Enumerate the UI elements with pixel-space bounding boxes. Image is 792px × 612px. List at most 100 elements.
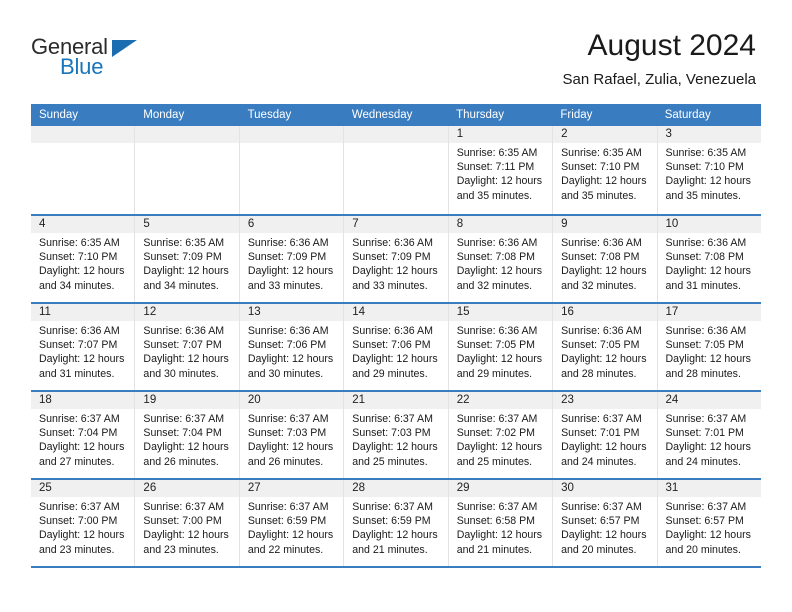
day-details: Sunrise: 6:37 AM Sunset: 7:03 PM Daylight:…	[240, 409, 343, 469]
sunrise-text: Sunrise: 6:35 AM	[39, 237, 120, 249]
daylight-text-line1: Daylight: 12 hours	[665, 441, 751, 454]
day-number: 31	[657, 480, 761, 497]
sunset-text: Sunset: 7:09 PM	[352, 251, 431, 264]
calendar-day-cell[interactable]: 6 Sunrise: 6:36 AM Sunset: 7:09 PM Daylight…	[238, 216, 344, 302]
daylight-text-line2: and 32 minutes.	[456, 279, 533, 292]
calendar-day-cell[interactable]: 29 Sunrise: 6:37 AM Sunset: 6:58 PM Dayligh…	[447, 480, 553, 566]
day-details: Sunrise: 6:36 AM Sunset: 7:09 PM Daylight:…	[344, 233, 447, 293]
day-details: Sunrise: 6:37 AM Sunset: 6:58 PM Daylight:…	[449, 497, 552, 557]
calendar-day-cell-empty	[134, 126, 239, 214]
calendar-day-cell-empty	[238, 126, 344, 214]
daylight-text-line2: and 20 minutes.	[665, 543, 741, 556]
daylight-text-line2: and 23 minutes.	[143, 543, 219, 556]
daylight-text-line2: and 30 minutes.	[143, 367, 219, 380]
sunset-text: Sunset: 7:07 PM	[143, 339, 222, 352]
sunrise-text: Sunrise: 6:35 AM	[561, 147, 642, 159]
calendar-day-cell[interactable]: 9 Sunrise: 6:36 AM Sunset: 7:08 PM Daylight…	[552, 216, 657, 302]
day-details: Sunrise: 6:37 AM Sunset: 7:04 PM Daylight:…	[135, 409, 238, 469]
weekday-header-tuesday: Tuesday	[247, 109, 292, 121]
calendar-day-cell[interactable]: 21 Sunrise: 6:37 AM Sunset: 7:03 PM Dayligh…	[343, 392, 448, 478]
day-details: Sunrise: 6:35 AM Sunset: 7:09 PM Daylight:…	[135, 233, 238, 293]
day-details: Sunrise: 6:36 AM Sunset: 7:06 PM Daylight:…	[240, 321, 343, 381]
daylight-text-line2: and 26 minutes.	[247, 455, 324, 468]
calendar-week-row: 4 Sunrise: 6:35 AM Sunset: 7:10 PM Daylight…	[31, 214, 761, 302]
calendar-day-cell[interactable]: 20 Sunrise: 6:37 AM Sunset: 7:03 PM Dayligh…	[238, 392, 344, 478]
day-details: Sunrise: 6:36 AM Sunset: 7:07 PM Daylight:…	[31, 321, 134, 381]
day-details: Sunrise: 6:36 AM Sunset: 7:07 PM Daylight:…	[135, 321, 238, 381]
calendar-day-cell[interactable]: 2 Sunrise: 6:35 AM Sunset: 7:10 PM Daylight…	[552, 126, 657, 214]
general-blue-logo[interactable]: General Blue	[31, 34, 231, 82]
calendar-day-cell[interactable]: 23 Sunrise: 6:37 AM Sunset: 7:01 PM Dayligh…	[552, 392, 657, 478]
weekday-header-friday: Friday	[560, 109, 593, 121]
sunset-text: Sunset: 6:59 PM	[247, 515, 327, 528]
calendar-day-cell[interactable]: 11 Sunrise: 6:36 AM Sunset: 7:07 PM Dayligh…	[31, 304, 135, 390]
daylight-text-line1: Daylight: 12 hours	[39, 353, 125, 366]
calendar-day-cell[interactable]: 7 Sunrise: 6:36 AM Sunset: 7:09 PM Daylight…	[343, 216, 448, 302]
daylight-text-line1: Daylight: 12 hours	[561, 175, 647, 188]
calendar-day-cell[interactable]: 19 Sunrise: 6:37 AM Sunset: 7:04 PM Dayligh…	[134, 392, 239, 478]
day-number: 22	[448, 392, 553, 409]
calendar-day-cell[interactable]: 16 Sunrise: 6:36 AM Sunset: 7:05 PM Dayligh…	[552, 304, 657, 390]
day-details: Sunrise: 6:37 AM Sunset: 7:03 PM Daylight:…	[344, 409, 447, 469]
sunset-text: Sunset: 7:09 PM	[143, 251, 222, 264]
day-number: 11	[31, 304, 135, 321]
daylight-text-line1: Daylight: 12 hours	[561, 441, 647, 454]
sunset-text: Sunset: 6:59 PM	[352, 515, 431, 528]
calendar-day-cell[interactable]: 15 Sunrise: 6:36 AM Sunset: 7:05 PM Dayligh…	[447, 304, 553, 390]
calendar-day-cell[interactable]: 4 Sunrise: 6:35 AM Sunset: 7:10 PM Daylight…	[31, 216, 135, 302]
sunset-text: Sunset: 7:02 PM	[456, 427, 536, 440]
calendar-day-cell[interactable]: 25 Sunrise: 6:37 AM Sunset: 7:00 PM Dayligh…	[31, 480, 135, 566]
calendar-day-cell[interactable]: 3 Sunrise: 6:35 AM Sunset: 7:10 PM Daylight…	[656, 126, 761, 214]
sunrise-text: Sunrise: 6:36 AM	[561, 237, 642, 249]
sunset-text: Sunset: 7:01 PM	[665, 427, 744, 440]
day-details: Sunrise: 6:35 AM Sunset: 7:10 PM Daylight:…	[31, 233, 134, 293]
day-number: 16	[553, 304, 657, 321]
calendar-day-cell[interactable]: 10 Sunrise: 6:36 AM Sunset: 7:08 PM Dayligh…	[656, 216, 761, 302]
sunrise-text: Sunrise: 6:37 AM	[247, 501, 329, 513]
calendar-day-cell[interactable]: 8 Sunrise: 6:36 AM Sunset: 7:08 PM Daylight…	[447, 216, 553, 302]
day-number: 30	[553, 480, 657, 497]
day-details: Sunrise: 6:36 AM Sunset: 7:08 PM Daylight:…	[658, 233, 761, 293]
calendar-day-cell-empty	[343, 126, 448, 214]
daylight-text-line2: and 34 minutes.	[39, 279, 115, 292]
calendar-day-cell[interactable]: 17 Sunrise: 6:36 AM Sunset: 7:05 PM Dayligh…	[656, 304, 761, 390]
calendar-day-cell[interactable]: 28 Sunrise: 6:37 AM Sunset: 6:59 PM Dayligh…	[343, 480, 448, 566]
calendar-day-cell[interactable]: 27 Sunrise: 6:37 AM Sunset: 6:59 PM Dayligh…	[238, 480, 344, 566]
sunset-text: Sunset: 7:01 PM	[561, 427, 640, 440]
day-details: Sunrise: 6:37 AM Sunset: 6:57 PM Daylight:…	[553, 497, 656, 557]
daylight-text-line1: Daylight: 12 hours	[352, 265, 438, 278]
daylight-text-line1: Daylight: 12 hours	[39, 529, 125, 542]
sunset-text: Sunset: 6:57 PM	[561, 515, 640, 528]
day-number: 20	[239, 392, 344, 409]
sunrise-text: Sunrise: 6:37 AM	[352, 501, 433, 513]
calendar-day-cell[interactable]: 26 Sunrise: 6:37 AM Sunset: 7:00 PM Dayligh…	[134, 480, 239, 566]
calendar-day-cell[interactable]: 1 Sunrise: 6:35 AM Sunset: 7:11 PM Daylight…	[447, 126, 553, 214]
calendar-day-cell[interactable]: 18 Sunrise: 6:37 AM Sunset: 7:04 PM Dayligh…	[31, 392, 135, 478]
sunset-text: Sunset: 7:03 PM	[247, 427, 327, 440]
calendar-day-cell[interactable]: 14 Sunrise: 6:36 AM Sunset: 7:06 PM Dayligh…	[343, 304, 448, 390]
day-details: Sunrise: 6:36 AM Sunset: 7:09 PM Daylight:…	[240, 233, 343, 293]
calendar-page: General Blue August 2024 San Rafael, Zul…	[0, 0, 792, 612]
sunrise-text: Sunrise: 6:36 AM	[456, 237, 538, 249]
day-number: 10	[657, 216, 761, 233]
calendar-grid: Sunday Monday Tuesday Wednesday Thursday…	[31, 104, 761, 568]
daylight-text-line2: and 20 minutes.	[561, 543, 637, 556]
day-details: Sunrise: 6:37 AM Sunset: 7:02 PM Daylight:…	[449, 409, 552, 469]
sunrise-text: Sunrise: 6:35 AM	[456, 147, 538, 159]
calendar-day-cell[interactable]: 22 Sunrise: 6:37 AM Sunset: 7:02 PM Dayligh…	[447, 392, 553, 478]
sunrise-text: Sunrise: 6:36 AM	[352, 325, 433, 337]
daylight-text-line2: and 23 minutes.	[39, 543, 115, 556]
calendar-day-cell[interactable]: 12 Sunrise: 6:36 AM Sunset: 7:07 PM Dayligh…	[134, 304, 239, 390]
daylight-text-line1: Daylight: 12 hours	[665, 265, 751, 278]
day-details: Sunrise: 6:36 AM Sunset: 7:05 PM Daylight:…	[553, 321, 656, 381]
calendar-day-cell[interactable]: 31 Sunrise: 6:37 AM Sunset: 6:57 PM Dayligh…	[656, 480, 761, 566]
calendar-day-cell[interactable]: 13 Sunrise: 6:36 AM Sunset: 7:06 PM Dayligh…	[238, 304, 344, 390]
calendar-day-cell[interactable]: 24 Sunrise: 6:37 AM Sunset: 7:01 PM Dayligh…	[656, 392, 761, 478]
day-details: Sunrise: 6:37 AM Sunset: 6:57 PM Daylight:…	[658, 497, 761, 557]
sunset-text: Sunset: 7:08 PM	[665, 251, 744, 264]
page-title: August 2024	[587, 29, 756, 62]
day-details: Sunrise: 6:37 AM Sunset: 6:59 PM Daylight:…	[240, 497, 343, 557]
sunrise-text: Sunrise: 6:36 AM	[665, 237, 747, 249]
calendar-day-cell[interactable]: 30 Sunrise: 6:37 AM Sunset: 6:57 PM Dayligh…	[552, 480, 657, 566]
calendar-day-cell[interactable]: 5 Sunrise: 6:35 AM Sunset: 7:09 PM Daylight…	[134, 216, 239, 302]
